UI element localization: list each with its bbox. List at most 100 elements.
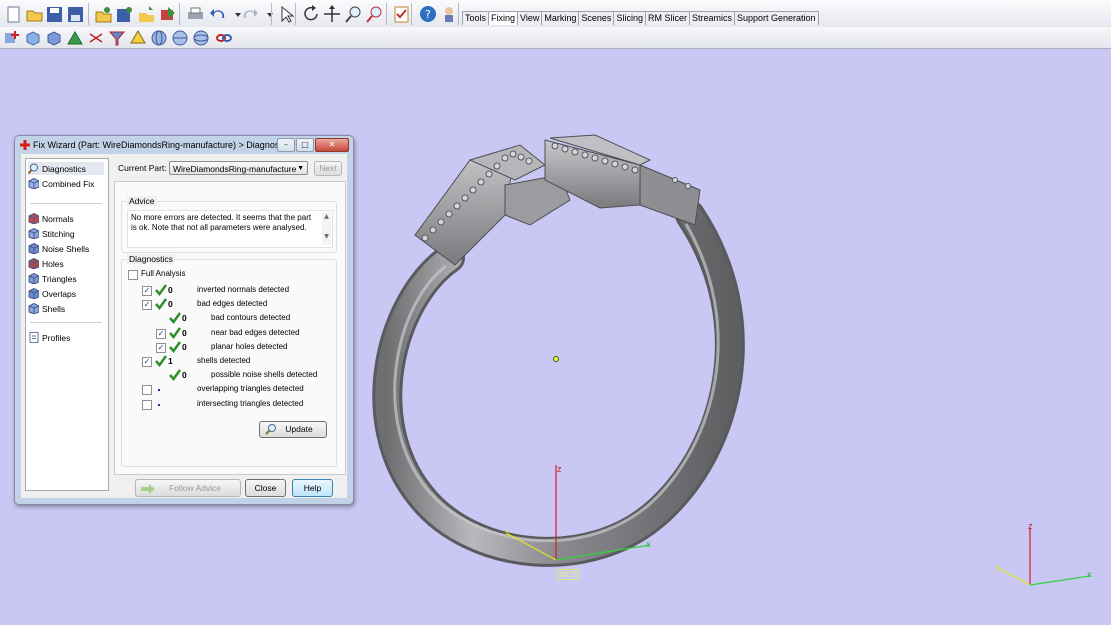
diagnostic-checkbox[interactable] xyxy=(142,385,152,396)
nav-item-label: Normals xyxy=(42,213,74,224)
full-analysis-checkbox[interactable] xyxy=(128,270,138,280)
rotate-button[interactable] xyxy=(301,4,320,23)
triangle-button[interactable] xyxy=(65,28,84,47)
next-button[interactable]: Next xyxy=(314,161,342,176)
export-button[interactable] xyxy=(157,4,176,23)
save-project-button[interactable] xyxy=(114,4,133,23)
check-mark-icon xyxy=(169,341,182,353)
diagnostic-checkbox[interactable]: ✓ xyxy=(142,300,152,311)
nav-item-triangles[interactable]: Triangles xyxy=(28,272,77,285)
nav-item-shells[interactable]: Shells xyxy=(28,302,65,315)
diagnostic-count: 1 xyxy=(168,356,173,366)
undo-icon xyxy=(209,8,224,18)
diagnostic-checkbox[interactable] xyxy=(142,399,152,410)
tab-view[interactable]: View xyxy=(517,11,543,25)
follow-advice-button[interactable]: Follow Advice xyxy=(135,479,241,497)
nav-item-label: Triangles xyxy=(42,273,77,284)
follow-advice-label: Follow Advice xyxy=(169,483,221,493)
nav-item-label: Diagnostics xyxy=(42,163,86,174)
nav-item-diagnostics[interactable]: Diagnostics xyxy=(28,162,104,175)
open-folder-icon xyxy=(26,10,42,21)
sphere-button[interactable] xyxy=(170,28,189,47)
extrude-button[interactable] xyxy=(128,28,147,47)
new-file-button[interactable] xyxy=(3,4,22,23)
wizard-button[interactable] xyxy=(439,4,458,23)
corner-y-axis xyxy=(999,568,1031,586)
export-icon xyxy=(160,6,175,20)
open-folder-button[interactable] xyxy=(24,4,43,23)
update-button[interactable]: Update xyxy=(259,421,327,438)
advice-text: No more errors are detected. It seems th… xyxy=(131,213,312,232)
wcs-label: WCS xyxy=(557,569,580,580)
fix-wizard-icon xyxy=(4,30,19,43)
advice-textbox[interactable]: No more errors are detected. It seems th… xyxy=(127,210,333,248)
import-button[interactable] xyxy=(136,4,155,23)
select-button[interactable] xyxy=(276,4,295,23)
nav-item-profiles[interactable]: Profiles xyxy=(28,331,70,344)
advice-scrollbar[interactable]: ▲ ▼ xyxy=(322,212,331,245)
zoom-box-button[interactable] xyxy=(364,4,383,23)
save-button[interactable] xyxy=(44,4,63,23)
nav-item-stitching[interactable]: Stitching xyxy=(28,227,75,240)
minimize-button[interactable]: – xyxy=(277,138,295,152)
wcs-z-label: z xyxy=(557,464,562,474)
pan-button[interactable] xyxy=(322,4,341,23)
nav-item-holes[interactable]: Holes xyxy=(28,257,64,270)
close-window-button[interactable]: ✕ xyxy=(315,138,349,152)
toolbar-separator xyxy=(179,3,180,25)
diagnostic-checkbox[interactable]: ✓ xyxy=(142,286,152,296)
normals-icon xyxy=(28,213,39,224)
tab-streamics[interactable]: Streamics xyxy=(688,11,735,25)
wrap-button[interactable] xyxy=(149,28,168,47)
diagnostic-label: bad edges detected xyxy=(197,299,268,309)
nav-item-normals[interactable]: Normals xyxy=(28,212,74,225)
cut-button[interactable] xyxy=(86,28,105,47)
zoom-button[interactable] xyxy=(343,4,362,23)
maximize-button[interactable]: □ xyxy=(296,138,314,152)
dialog-body: Diagnostics Combined Fix Normals Stitching N… xyxy=(21,154,347,498)
stitch-button[interactable] xyxy=(44,28,63,47)
link-button[interactable] xyxy=(214,28,233,47)
combined-fix-icon xyxy=(28,178,39,189)
wcs-x-label: x xyxy=(646,539,651,549)
diagnostic-checkbox[interactable]: ✓ xyxy=(156,328,166,339)
filter-button[interactable] xyxy=(107,28,126,47)
sphere-icon xyxy=(172,30,187,45)
print-button[interactable] xyxy=(185,4,204,23)
nav-item-noise-shells[interactable]: Noise Shells xyxy=(28,242,89,255)
open-project-icon xyxy=(95,6,111,22)
nav-item-combined-fix[interactable]: Combined Fix xyxy=(28,177,94,190)
help-button[interactable]: Help xyxy=(292,479,333,497)
tab-fixing[interactable]: Fixing xyxy=(488,11,519,25)
checklist-button[interactable] xyxy=(391,4,410,23)
diagnostic-checkbox[interactable]: ✓ xyxy=(156,342,166,353)
chevron-down-icon: ▼ xyxy=(297,165,304,172)
svg-text:?: ? xyxy=(425,8,431,21)
tab-rm-slicer[interactable]: RM Slicer xyxy=(644,11,690,25)
save-as-button[interactable] xyxy=(65,4,84,23)
save-as-icon xyxy=(67,6,83,22)
globe-button[interactable] xyxy=(191,28,210,47)
diagnostic-label: inverted normals detected xyxy=(197,285,290,294)
help-button[interactable]: ? xyxy=(418,4,437,23)
open-project-button[interactable] xyxy=(93,4,112,23)
tab-marking[interactable]: Marking xyxy=(541,11,580,25)
diagnostic-checkbox[interactable]: ✓ xyxy=(142,357,152,367)
current-part-select[interactable]: WireDiamondsRing-manufacture ▼ xyxy=(169,161,308,175)
current-part-label: Current Part: xyxy=(118,163,167,173)
tab-slicing[interactable]: Slicing xyxy=(613,11,646,25)
fix-wizard-button[interactable] xyxy=(2,28,21,47)
shells-icon xyxy=(28,303,39,314)
tab-scenes[interactable]: Scenes xyxy=(578,11,615,25)
close-button[interactable]: Close xyxy=(245,479,286,497)
toolbar-tabs: Tools Fixing View Marking Scenes Slicing RM Sl… xyxy=(462,11,819,25)
nav-item-overlaps[interactable]: Overlaps xyxy=(28,287,76,300)
corner-z-label: z xyxy=(1028,521,1033,531)
redo-button[interactable] xyxy=(239,4,258,23)
undo-button[interactable] xyxy=(208,4,227,23)
unify-button[interactable] xyxy=(23,28,42,47)
nav-divider xyxy=(30,322,102,323)
check-mark-icon xyxy=(155,298,168,311)
tab-support-generation[interactable]: Support Generation xyxy=(733,11,819,25)
tab-tools[interactable]: Tools xyxy=(462,11,490,25)
